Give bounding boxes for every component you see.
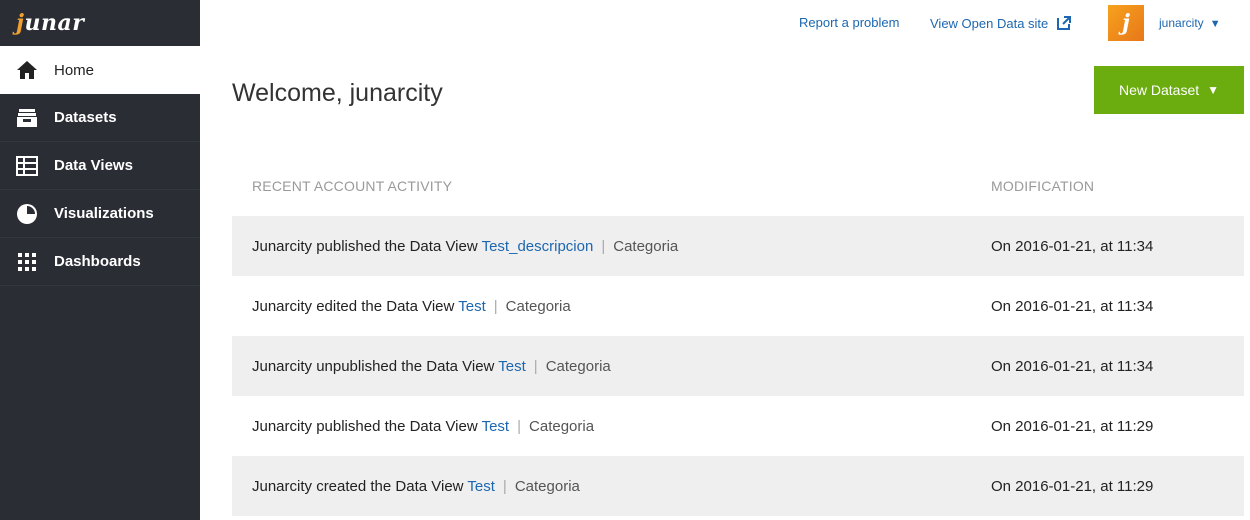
avatar[interactable]: j (1108, 5, 1144, 41)
avatar-letter: j (1122, 10, 1130, 36)
category: Categoria (529, 417, 595, 435)
modification-cell: On 2016-01-21, at 11:34 (991, 357, 1154, 375)
header-recent-activity: RECENT ACCOUNT ACTIVITY (252, 178, 453, 194)
category: Categoria (514, 477, 580, 495)
category: Categoria (613, 237, 679, 255)
logo-text: junar (16, 10, 85, 36)
activity-cell: Junarcity unpublished the Data View Test… (232, 358, 991, 375)
new-dataset-label: New Dataset (1118, 82, 1200, 98)
external-link-icon (1056, 15, 1072, 34)
sidebar-item-label: Data Views (54, 157, 133, 174)
visualizations-icon (16, 203, 38, 225)
activity-table: RECENT ACCOUNT ACTIVITY MODIFICATION Jun… (232, 156, 1244, 516)
report-problem-link[interactable]: Report a problem (799, 15, 899, 30)
sidebar-item-data-views[interactable]: Data Views (0, 142, 200, 190)
table-row: Junarcity published the Data View Test | C… (232, 396, 1244, 456)
data-view-link[interactable]: Test (498, 358, 526, 375)
modification-cell: On 2016-01-21, at 11:29 (991, 417, 1154, 435)
user-menu[interactable]: junarcity ▼ (1159, 16, 1221, 30)
sidebar: junar Home Datasets Data Views Visualiza… (0, 0, 200, 520)
sidebar-item-label: Visualizations (54, 205, 154, 222)
activity-text: Junarcity created the Data View (252, 477, 468, 495)
datasets-icon (16, 107, 38, 129)
top-bar: Report a problem View Open Data site j j… (200, 0, 1250, 46)
table-row: Junarcity published the Data View Test_d… (232, 216, 1244, 276)
activity-cell: Junarcity published the Data View Test_d… (232, 238, 991, 255)
table-header: RECENT ACCOUNT ACTIVITY MODIFICATION (232, 156, 1244, 216)
sidebar-item-dashboards[interactable]: Dashboards (0, 238, 200, 286)
separator: | (533, 357, 538, 375)
category: Categoria (505, 297, 571, 315)
separator: | (493, 297, 498, 315)
header-modification: MODIFICATION (991, 178, 1095, 194)
table-row: Junarcity unpublished the Data View Test… (232, 336, 1244, 396)
separator: | (517, 417, 522, 435)
sidebar-item-label: Dashboards (54, 253, 141, 270)
modification-cell: On 2016-01-21, at 11:29 (991, 477, 1154, 495)
chevron-down-icon: ▼ (1209, 18, 1221, 30)
activity-text: Junarcity published the Data View (252, 417, 482, 435)
new-dataset-button[interactable]: New Dataset ▼ (1094, 66, 1244, 114)
modification-cell: On 2016-01-21, at 11:34 (991, 297, 1154, 315)
sidebar-item-datasets[interactable]: Datasets (0, 94, 200, 142)
activity-cell: Junarcity edited the Data View Test | Cate… (232, 298, 991, 315)
activity-text: Junarcity unpublished the Data View (252, 357, 499, 375)
home-icon (16, 59, 38, 81)
activity-cell: Junarcity created the Data View Test | Cat… (232, 478, 991, 495)
data-view-link[interactable]: Test (458, 298, 486, 315)
sidebar-item-home[interactable]: Home (0, 46, 200, 94)
separator: | (502, 477, 507, 495)
sidebar-item-label: Datasets (54, 109, 117, 126)
page-title: Welcome, junarcity (232, 79, 443, 107)
data-views-icon (16, 155, 38, 177)
view-open-data-site-label: View Open Data site (930, 16, 1049, 31)
table-row: Junarcity created the Data View Test | Cat… (232, 456, 1244, 516)
separator: | (601, 237, 606, 255)
category: Categoria (545, 357, 611, 375)
sidebar-item-label: Home (54, 61, 95, 79)
modification-cell: On 2016-01-21, at 11:34 (991, 237, 1154, 255)
data-view-link[interactable]: Test_descripcion (482, 238, 594, 255)
dashboards-icon (16, 251, 38, 273)
activity-text: Junarcity published the Data View (252, 237, 482, 255)
sidebar-item-visualizations[interactable]: Visualizations (0, 190, 200, 238)
username: junarcity (1159, 16, 1204, 30)
data-view-link[interactable]: Test (467, 478, 495, 495)
table-row: Junarcity edited the Data View Test | Cate… (232, 276, 1244, 336)
chevron-down-icon: ▼ (1207, 83, 1220, 97)
data-view-link[interactable]: Test (482, 418, 510, 435)
junar-logo[interactable]: junar (0, 0, 200, 46)
activity-cell: Junarcity published the Data View Test | C… (232, 418, 991, 435)
activity-text: Junarcity edited the Data View (252, 297, 459, 315)
view-open-data-site-link[interactable]: View Open Data site (930, 15, 1072, 34)
